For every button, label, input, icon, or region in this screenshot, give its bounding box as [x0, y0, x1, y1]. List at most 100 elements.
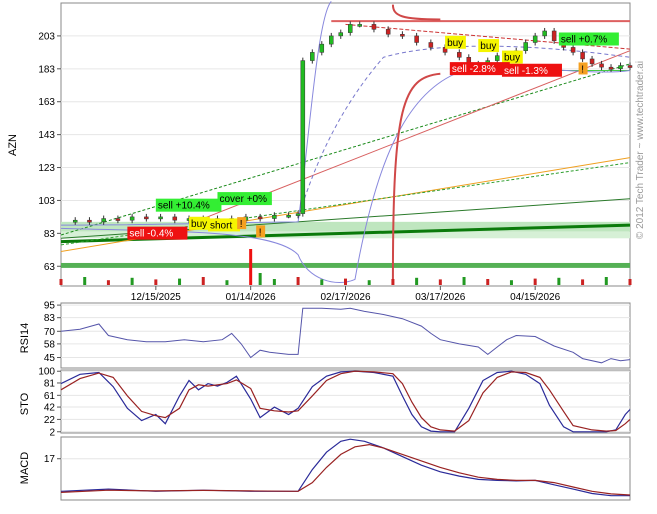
candle: [310, 52, 315, 61]
y-tick-label: 22: [44, 415, 56, 426]
candle: [551, 30, 557, 42]
signal-label: sell +0.7%: [561, 34, 608, 45]
volume-bar: [557, 277, 561, 285]
volume-bar: [486, 279, 490, 285]
y-tick-label: 103: [38, 196, 55, 207]
candle: [158, 216, 163, 220]
x-tick-label: 01/14/2026: [226, 292, 276, 303]
volume-bar: [130, 277, 134, 285]
candle: [580, 52, 585, 60]
signal-label: sell -1.3%: [504, 66, 548, 77]
volume-bar: [178, 278, 182, 285]
alert-label: !: [581, 64, 584, 75]
candle: [570, 47, 576, 53]
candle: [257, 216, 263, 220]
volume-bar: [272, 279, 276, 285]
volume-bar: [509, 280, 513, 285]
volume-bar: [59, 279, 63, 285]
signal-label: buy: [191, 219, 207, 230]
y-tick-label: 203: [38, 31, 55, 42]
signal-label: short: [210, 220, 232, 231]
y-tick-label: 58: [44, 339, 56, 350]
plot-area: [60, 2, 631, 287]
sto-axis-label: STO: [19, 392, 31, 415]
macd-axis-label: MACD: [19, 452, 31, 484]
candle: [589, 58, 595, 65]
candle: [329, 35, 334, 45]
alert-label: !: [240, 219, 243, 230]
x-tick-label: 02/17/2026: [320, 292, 370, 303]
chart-canvas: 63 83 103 123 143 163 183 203 sell +10.4% cover +…: [7, 1, 646, 501]
candle: [371, 24, 377, 30]
y-tick-label: 81: [44, 378, 56, 389]
volume-bar: [249, 249, 253, 285]
candle: [172, 216, 178, 221]
volume-bar: [367, 280, 371, 285]
candle: [300, 60, 306, 214]
volume-bar: [344, 278, 347, 285]
y-tick-label: 183: [38, 64, 55, 75]
x-tick-label: 12/15/2025: [131, 292, 181, 303]
alert-label: !: [259, 227, 262, 238]
signal-label: sell -2.8%: [452, 64, 496, 75]
candle: [338, 32, 344, 37]
y-tick-label: 17: [44, 454, 56, 465]
x-tick-label: 03/17/2026: [415, 292, 465, 303]
candle: [428, 42, 434, 48]
candle: [608, 66, 614, 70]
candle: [87, 219, 92, 223]
signal-label: buy: [480, 41, 496, 52]
y-tick-label: 63: [44, 262, 56, 273]
candle: [457, 52, 462, 58]
y-tick-label: 163: [38, 97, 55, 108]
volume-bar: [154, 279, 158, 285]
y-tick-label: 95: [44, 301, 56, 312]
volume-bar: [628, 279, 632, 285]
candle: [286, 215, 291, 218]
macd-panel: 17: [44, 436, 631, 501]
watermark: © 2012 Tech Trader ~ www.techtrader.ai: [635, 61, 646, 239]
signal-label: cover +0%: [219, 194, 267, 205]
candle: [272, 215, 277, 219]
candle: [295, 213, 301, 216]
plot-area: [60, 369, 631, 434]
volume-bar: [296, 277, 300, 285]
candle: [494, 55, 500, 61]
signal-label: sell +10.4%: [158, 201, 210, 212]
y-tick-label: 83: [44, 313, 56, 324]
candle: [115, 218, 121, 221]
candle: [72, 219, 78, 223]
volume-bar: [415, 277, 419, 285]
candle: [542, 30, 547, 37]
volume-bar: [83, 277, 87, 285]
y-tick-label: 70: [44, 327, 56, 338]
volume-bar: [201, 277, 205, 285]
x-tick-label: 04/15/2026: [510, 292, 560, 303]
volume-bar: [320, 279, 324, 285]
volume-bar: [391, 279, 395, 285]
volume-bar: [258, 273, 262, 285]
candle: [357, 24, 362, 27]
y-tick-label: 2: [49, 427, 55, 438]
volume-bar: [581, 279, 585, 285]
candle: [101, 218, 106, 223]
candle: [618, 65, 623, 70]
volume-bar: [533, 278, 537, 285]
support-band: [61, 262, 630, 268]
plot-area: [60, 302, 631, 369]
candle: [385, 29, 391, 35]
y-tick-label: 143: [38, 130, 55, 141]
candle: [599, 63, 604, 68]
rsi-axis-label: RSI14: [19, 323, 31, 354]
sto-panel: 222426181100: [38, 367, 631, 438]
y-tick-label: 61: [44, 391, 56, 402]
rsi-panel: 45 5870 8395: [44, 301, 631, 369]
y-tick-label: 83: [44, 229, 56, 240]
volume-bar: [604, 277, 608, 285]
candle: [319, 43, 325, 53]
y-tick-label: 42: [44, 403, 56, 414]
candle: [532, 35, 538, 43]
candle: [144, 216, 149, 220]
candle: [400, 34, 405, 37]
y-tick-label: 123: [38, 163, 55, 174]
